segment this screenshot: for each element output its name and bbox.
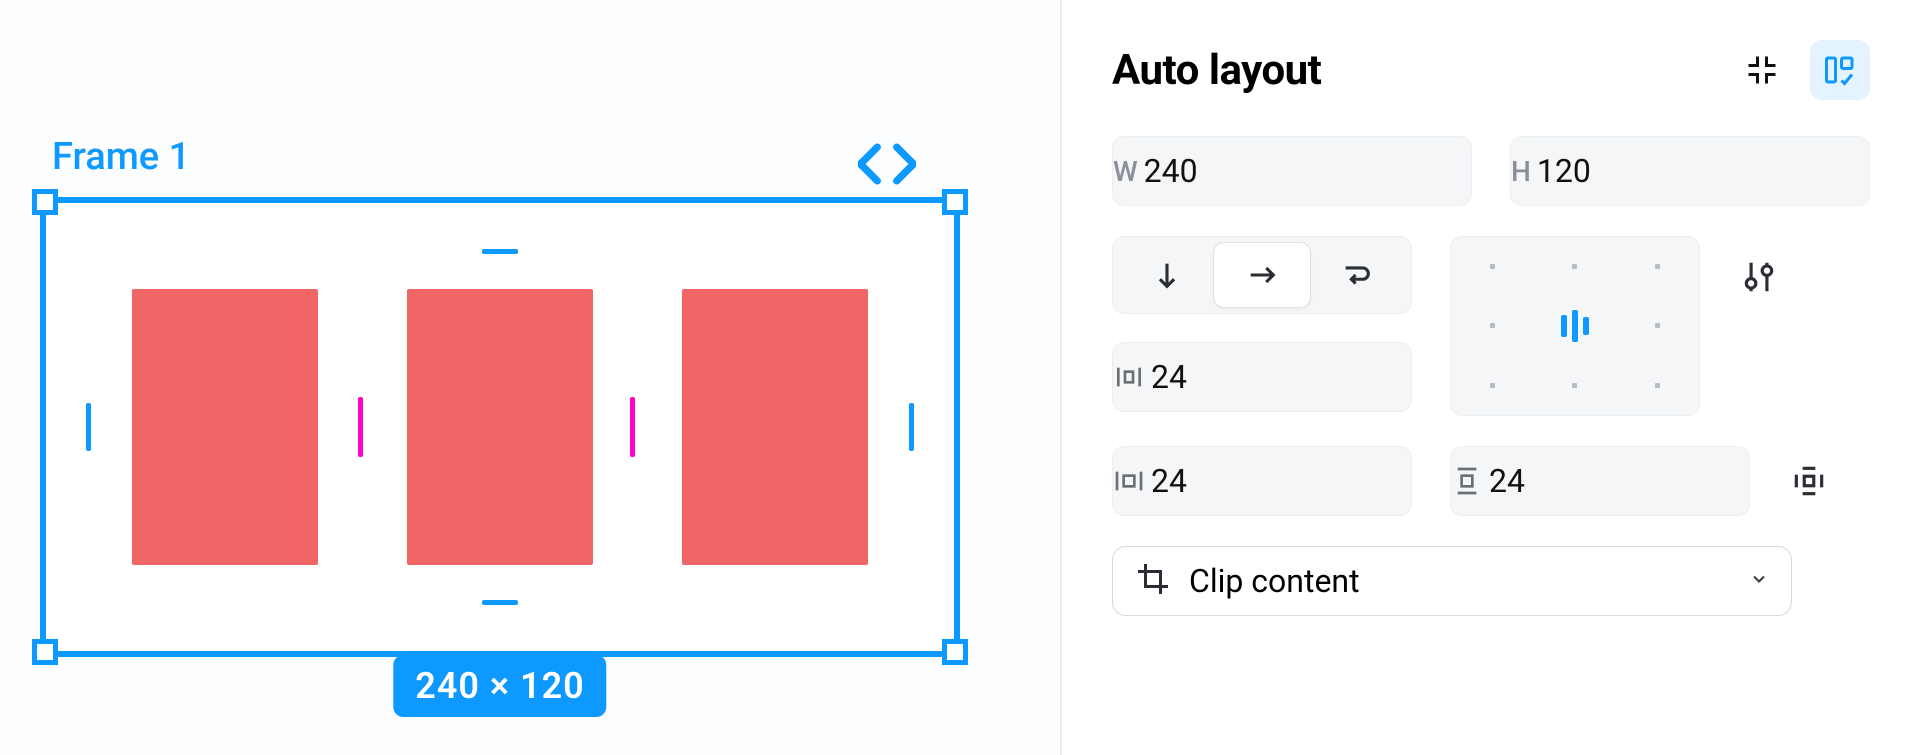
padding-horizontal-icon [1113, 447, 1145, 515]
resize-handle-bottom-left[interactable] [32, 639, 58, 665]
padding-guide-bottom[interactable] [482, 600, 518, 605]
resize-handle-top-left[interactable] [32, 189, 58, 215]
padding-vertical-input[interactable] [1483, 447, 1900, 515]
width-field[interactable]: W [1112, 136, 1472, 206]
direction-toggle[interactable] [1112, 236, 1412, 314]
clip-label: Clip content [1189, 562, 1360, 600]
section-title: Auto layout [1112, 46, 1321, 95]
chevron-down-icon [1749, 569, 1769, 593]
padding-vertical-field[interactable] [1450, 446, 1750, 516]
selected-frame[interactable]: 240 × 120 [40, 197, 960, 657]
resize-handle-bottom-right[interactable] [942, 639, 968, 665]
padding-guide-right[interactable] [909, 403, 914, 451]
resize-handle-top-right[interactable] [942, 189, 968, 215]
dimensions-badge: 240 × 120 [393, 655, 606, 717]
direction-wrap[interactable] [1310, 243, 1405, 307]
frame-title[interactable]: Frame 1 [52, 135, 190, 179]
dev-mode-icon[interactable] [858, 135, 916, 175]
height-field[interactable]: H [1510, 136, 1870, 206]
collapse-icon[interactable] [1732, 40, 1792, 100]
padding-guide-top[interactable] [482, 249, 518, 254]
height-label: H [1511, 137, 1531, 205]
individual-padding-icon[interactable] [1788, 460, 1830, 502]
gap-field[interactable] [1112, 342, 1412, 412]
direction-vertical[interactable] [1119, 243, 1214, 307]
gap-icon [1113, 343, 1145, 411]
child-rectangle[interactable] [682, 289, 868, 565]
auto-layout-advanced-icon[interactable] [1810, 40, 1870, 100]
child-rectangle[interactable] [407, 289, 593, 565]
clip-icon [1135, 561, 1171, 601]
clip-content-dropdown[interactable]: Clip content [1112, 546, 1792, 616]
padding-guide-left[interactable] [86, 403, 91, 451]
frame-children [132, 289, 868, 565]
design-canvas[interactable]: Frame 1 240 × 120 [0, 0, 1061, 755]
child-rectangle[interactable] [132, 289, 318, 565]
width-label: W [1113, 137, 1138, 205]
height-input[interactable] [1531, 137, 1920, 205]
padding-horizontal-field[interactable] [1112, 446, 1412, 516]
direction-horizontal[interactable] [1214, 243, 1309, 307]
inspector-panel: Auto layout [1061, 0, 1920, 755]
padding-vertical-icon [1451, 447, 1483, 515]
alignment-center[interactable] [1534, 296, 1617, 355]
advanced-settings-icon[interactable] [1738, 256, 1780, 298]
width-input[interactable] [1138, 137, 1555, 205]
alignment-grid[interactable] [1450, 236, 1700, 416]
